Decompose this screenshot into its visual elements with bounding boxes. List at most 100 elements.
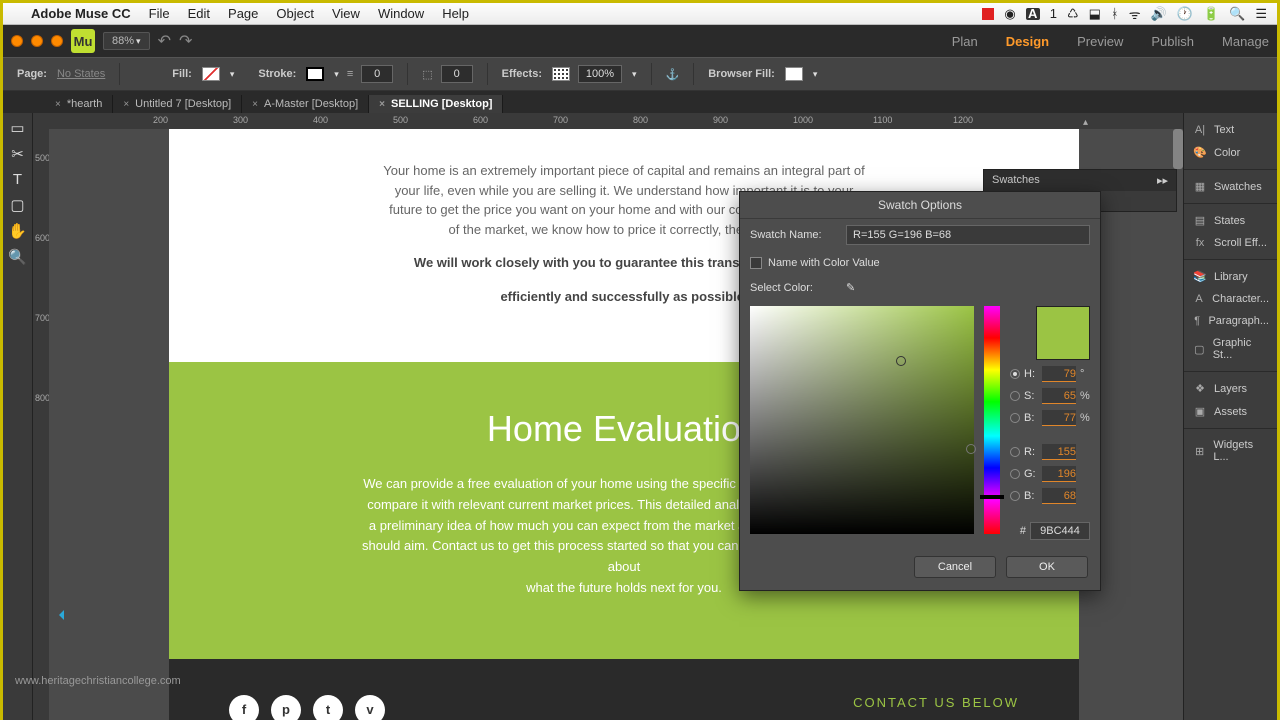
- swatch-name-input[interactable]: [846, 225, 1090, 245]
- main-area: ▭ ✂ T ▢ ✋ 🔍 200 300 400 500 600 700 800 …: [3, 113, 1277, 720]
- bb-input[interactable]: [1042, 488, 1076, 504]
- guide-marker-icon[interactable]: [54, 610, 64, 620]
- hand-tool-icon[interactable]: ✋: [8, 222, 27, 240]
- bluetooth-icon[interactable]: ᚼ: [1111, 6, 1119, 21]
- zoom-select[interactable]: 88%▾: [103, 32, 150, 50]
- tab-publish[interactable]: Publish: [1151, 34, 1194, 49]
- hue-slider[interactable]: [984, 306, 1000, 534]
- sync-icon[interactable]: ♺: [1067, 6, 1079, 22]
- panel-graphic-styles[interactable]: ▢Graphic St...: [1184, 332, 1277, 366]
- pinterest-icon[interactable]: p: [271, 695, 301, 720]
- saturation-value-picker[interactable]: [750, 306, 974, 534]
- dialog-title: Swatch Options: [740, 192, 1100, 219]
- radio-bb[interactable]: [1010, 491, 1020, 501]
- window-min[interactable]: [31, 35, 43, 47]
- panel-character[interactable]: ACharacter...: [1184, 288, 1277, 310]
- doc-tab-3[interactable]: ×SELLING [Desktop]: [369, 95, 503, 113]
- page-state-select[interactable]: No States: [57, 68, 105, 80]
- r-input[interactable]: [1042, 444, 1076, 460]
- twitter-icon[interactable]: t: [313, 695, 343, 720]
- swatches-panel-icon: ▦: [1192, 180, 1208, 193]
- stroke-swatch[interactable]: [306, 67, 324, 81]
- corner-radius[interactable]: [441, 65, 473, 83]
- adobe-icon[interactable]: A: [1026, 8, 1040, 20]
- panel-text[interactable]: A|Text: [1184, 119, 1277, 141]
- battery-icon[interactable]: 🔋: [1203, 6, 1219, 22]
- menu-file[interactable]: File: [149, 6, 170, 21]
- tab-preview[interactable]: Preview: [1077, 34, 1123, 49]
- vertical-scrollbar[interactable]: [1173, 129, 1183, 169]
- vimeo-icon[interactable]: v: [355, 695, 385, 720]
- doc-tab-0[interactable]: ×*hearth: [45, 95, 113, 113]
- h-input[interactable]: [1042, 366, 1076, 382]
- s-input[interactable]: [1042, 388, 1076, 404]
- ok-button[interactable]: OK: [1006, 556, 1088, 578]
- opacity-field[interactable]: [578, 65, 622, 83]
- redo-icon[interactable]: ↷: [179, 31, 192, 51]
- fill-swatch[interactable]: [202, 67, 220, 81]
- panel-color[interactable]: 🎨Color: [1184, 141, 1277, 164]
- panel-widgets[interactable]: ⊞Widgets L...: [1184, 434, 1277, 468]
- clock-icon[interactable]: 🕐: [1177, 6, 1193, 22]
- menu-window[interactable]: Window: [378, 6, 424, 21]
- panel-assets[interactable]: ▣Assets: [1184, 400, 1277, 423]
- volume-icon[interactable]: 🔊: [1151, 6, 1167, 22]
- selection-tool-icon[interactable]: ▭: [10, 119, 24, 137]
- b-input[interactable]: [1042, 410, 1076, 426]
- panel-menu-icon[interactable]: ▸▸: [1157, 174, 1168, 187]
- panel-swatches[interactable]: ▦Swatches: [1184, 175, 1277, 198]
- assets-panel-icon: ▣: [1192, 405, 1208, 418]
- browser-fill-swatch[interactable]: [785, 67, 803, 81]
- cancel-button[interactable]: Cancel: [914, 556, 996, 578]
- menu-edit[interactable]: Edit: [188, 6, 210, 21]
- panel-states[interactable]: ▤States: [1184, 209, 1277, 232]
- radio-r[interactable]: [1010, 447, 1020, 457]
- anchor-icon[interactable]: ⚓: [666, 68, 680, 81]
- window-close[interactable]: [11, 35, 23, 47]
- radio-b[interactable]: [1010, 413, 1020, 423]
- panel-paragraph[interactable]: ¶Paragraph...: [1184, 310, 1277, 332]
- panel-layers[interactable]: ❖Layers: [1184, 377, 1277, 400]
- effects-swatch[interactable]: [552, 67, 570, 81]
- doc-tab-2[interactable]: ×A-Master [Desktop]: [242, 95, 369, 113]
- menu-help[interactable]: Help: [442, 6, 469, 21]
- dropbox-icon[interactable]: ⬓: [1089, 6, 1101, 22]
- cc-icon[interactable]: ◉: [1004, 6, 1015, 22]
- contact-heading: CONTACT US BELOW: [853, 695, 1019, 710]
- wifi-icon[interactable]: ᯤ: [1129, 5, 1141, 23]
- radio-g[interactable]: [1010, 469, 1020, 479]
- doc-tab-1[interactable]: ×Untitled 7 [Desktop]: [113, 95, 242, 113]
- tab-plan[interactable]: Plan: [952, 34, 978, 49]
- g-input[interactable]: [1042, 466, 1076, 482]
- name-with-value-checkbox[interactable]: [750, 257, 762, 269]
- radio-s[interactable]: [1010, 391, 1020, 401]
- text-tool-icon[interactable]: T: [13, 171, 22, 188]
- radio-h[interactable]: [1010, 369, 1020, 379]
- record-icon[interactable]: [982, 8, 994, 20]
- undo-icon[interactable]: ↶: [158, 31, 171, 51]
- tab-manage[interactable]: Manage: [1222, 34, 1269, 49]
- panel-library[interactable]: 📚Library: [1184, 265, 1277, 288]
- fx-panel-icon: fx: [1192, 237, 1208, 249]
- menu-view[interactable]: View: [332, 6, 360, 21]
- facebook-icon[interactable]: f: [229, 695, 259, 720]
- stroke-weight[interactable]: [361, 65, 393, 83]
- zoom-tool-icon[interactable]: 🔍: [8, 248, 27, 266]
- menu-page[interactable]: Page: [228, 6, 258, 21]
- color-values: H:° S:% B:% R: G: B: #: [1010, 306, 1090, 540]
- document-tabs: ×*hearth ×Untitled 7 [Desktop] ×A-Master…: [3, 91, 1277, 113]
- search-icon[interactable]: 🔍: [1229, 6, 1245, 22]
- rectangle-tool-icon[interactable]: ▢: [10, 196, 24, 214]
- panel-scroll-effects[interactable]: fxScroll Eff...: [1184, 232, 1277, 254]
- tab-design[interactable]: Design: [1006, 34, 1049, 49]
- scroll-up-icon[interactable]: ▴: [1083, 117, 1088, 128]
- menu-icon[interactable]: ☰: [1255, 6, 1267, 22]
- crop-tool-icon[interactable]: ✂: [11, 145, 24, 163]
- app-name: Adobe Muse CC: [31, 6, 131, 21]
- menu-object[interactable]: Object: [276, 6, 314, 21]
- eyedropper-icon[interactable]: ✎: [846, 281, 855, 294]
- hex-input[interactable]: [1030, 522, 1090, 540]
- effects-label: Effects:: [502, 68, 542, 80]
- window-max[interactable]: [51, 35, 63, 47]
- layers-panel-icon: ❖: [1192, 382, 1208, 395]
